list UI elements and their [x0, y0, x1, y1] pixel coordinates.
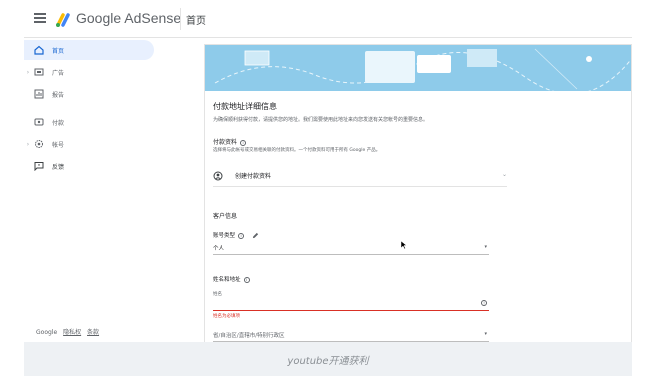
chevron-down-icon: ⌄: [501, 171, 507, 178]
sidebar-footer: Google 隐私权 条款: [36, 327, 103, 336]
payment-profile-label-text: 付款资料: [213, 139, 238, 146]
topbar-divider: [180, 8, 181, 30]
account-gear-icon: [35, 140, 43, 148]
sidebar-item-label: 帐号: [52, 141, 65, 149]
error-alert-icon: !: [481, 300, 487, 306]
ads-icon: [34, 68, 44, 76]
info-icon[interactable]: i: [238, 232, 245, 239]
region-placeholder: 省/自治区/直辖市/特别行政区: [213, 332, 285, 339]
customer-info-heading: 客户信息: [213, 213, 238, 220]
feedback-icon: [34, 162, 44, 171]
info-icon[interactable]: i: [243, 276, 250, 283]
footer-privacy-link[interactable]: 隐私权: [63, 329, 81, 336]
card-subtitle: 为确保顺利获得付款，请提供您的地址。我们需要使用此地址来向您发送有关您帐号的重要…: [213, 117, 429, 123]
create-payment-profile-label: 创建付款资料: [235, 173, 272, 180]
account-type-select[interactable]: 个人 ▾: [213, 241, 489, 255]
sidebar-item-label: 首页: [52, 47, 65, 55]
dropdown-caret-icon: ▾: [484, 331, 487, 337]
sidebar-item-label: 报告: [52, 91, 65, 99]
banner-illustration: [205, 45, 631, 91]
account-type-label: 账号类型 i: [213, 231, 259, 239]
payments-icon: [34, 118, 44, 126]
sidebar-item-feedback[interactable]: 反馈: [24, 156, 154, 176]
expand-arrow-icon: ›: [26, 140, 30, 148]
sidebar-item-label: 反馈: [52, 163, 65, 171]
adsense-logo-icon: [56, 13, 70, 27]
dropdown-caret-icon: ▾: [484, 244, 487, 250]
page-title: 首页: [186, 16, 206, 27]
name-address-label-text: 姓名和地址: [213, 277, 241, 283]
account-circle-icon: [213, 171, 223, 180]
payment-address-card: 付款地址详细信息 为确保顺利获得付款，请提供您的地址。我们需要使用此地址来向您发…: [204, 44, 632, 342]
hamburger-menu-icon[interactable]: [34, 13, 46, 23]
name-input[interactable]: !: [213, 297, 489, 311]
mouse-pointer-icon: [400, 240, 408, 250]
info-icon[interactable]: i: [240, 139, 247, 146]
name-error-text: 姓名为必填项: [213, 314, 240, 319]
screenshot-frame: Google AdSense 首页 首页 › 广告 报告 付款 › 帐号 反馈 …: [24, 0, 632, 376]
sidebar-item-label: 付款: [52, 119, 65, 127]
payment-profile-label: 付款资料 i: [213, 137, 247, 146]
sidebar-item-home[interactable]: 首页: [24, 40, 154, 60]
sidebar-item-reports[interactable]: 报告: [24, 84, 154, 104]
brand-product: AdSense: [124, 10, 182, 26]
image-caption: youtube开通获利: [287, 356, 369, 367]
region-select[interactable]: 省/自治区/直辖市/特别行政区 ▾: [213, 328, 489, 342]
footer-google: Google: [36, 329, 58, 336]
name-address-label: 姓名和地址 i: [213, 275, 250, 283]
create-payment-profile-row[interactable]: 创建付款资料 ⌄: [213, 165, 507, 187]
expand-arrow-icon: ›: [26, 68, 30, 76]
reports-icon: [34, 89, 44, 99]
edit-pencil-icon[interactable]: [252, 232, 259, 239]
account-type-value: 个人: [213, 245, 225, 252]
account-type-label-text: 账号类型: [213, 233, 236, 239]
sidebar-item-label: 广告: [52, 69, 65, 77]
sidebar-item-ads[interactable]: › 广告: [24, 62, 154, 82]
brand-google: Google: [76, 10, 122, 26]
sidebar-item-account[interactable]: › 帐号: [24, 134, 154, 154]
top-app-bar: Google AdSense 首页: [24, 0, 632, 38]
card-title: 付款地址详细信息: [213, 102, 277, 111]
sidebar-item-payments[interactable]: 付款: [24, 112, 154, 132]
payment-profile-desc: 选择将与此帐号或交易相关联的付款资料。一个付款资料可用于所有 Google 产品…: [213, 148, 381, 153]
brand-name: Google AdSense: [76, 10, 181, 26]
sidebar: 首页 › 广告 报告 付款 › 帐号 反馈: [24, 38, 174, 338]
home-icon: [34, 45, 44, 55]
footer-terms-link[interactable]: 条款: [87, 329, 99, 336]
